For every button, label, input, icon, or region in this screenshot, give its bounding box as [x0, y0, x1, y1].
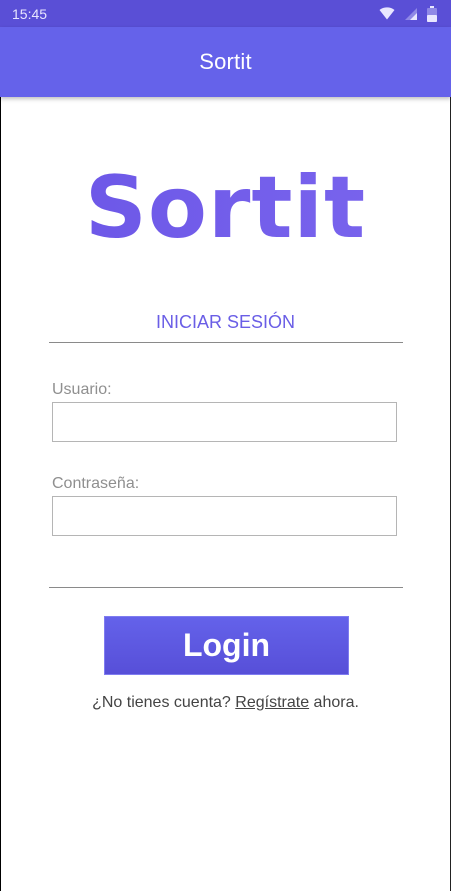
password-label: Contraseña:	[52, 475, 140, 492]
battery-icon	[427, 5, 437, 22]
login-button[interactable]: Login	[104, 616, 349, 675]
divider-bottom	[49, 587, 403, 588]
password-input[interactable]	[52, 496, 397, 536]
signal-icon	[404, 7, 418, 21]
register-suffix: ahora.	[309, 694, 359, 711]
wifi-icon	[379, 7, 395, 20]
app-bar: Sortit	[0, 27, 451, 97]
login-section-title: INICIAR SESIÓN	[155, 312, 296, 332]
register-prefix: ¿No tienes cuenta?	[92, 694, 236, 711]
username-label: Usuario:	[52, 381, 112, 398]
divider-top	[49, 342, 403, 343]
status-icons	[379, 5, 437, 22]
app-logo: Sortit	[0, 158, 451, 258]
status-bar: 15:45	[0, 0, 451, 27]
app-bar-title: Sortit	[199, 49, 252, 74]
status-time: 15:45	[12, 5, 48, 22]
register-prompt: ¿No tienes cuenta? Regístrate ahora.	[0, 694, 451, 712]
register-link[interactable]: Regístrate	[235, 694, 309, 711]
username-input[interactable]	[52, 402, 397, 442]
